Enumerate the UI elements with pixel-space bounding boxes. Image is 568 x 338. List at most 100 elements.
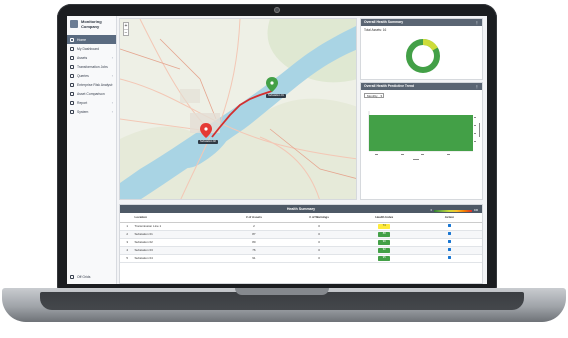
row-number: 1: [120, 222, 135, 231]
warnings-cell: 0: [286, 246, 352, 255]
screen: Monitoring Company Home My Dashboard Asset…: [67, 16, 487, 284]
column-header[interactable]: # of Warnings: [286, 213, 352, 223]
grid-off-icon: [70, 275, 74, 279]
sidebar-item[interactable]: Queries ›: [67, 71, 116, 80]
location-cell: Transmission Line 1: [134, 222, 222, 231]
health-index-cell: 95: [351, 254, 417, 263]
sidebar-item-label: System: [77, 109, 89, 114]
table-header-bar: Health Summary 0 100: [120, 205, 482, 213]
map-pin-label: Substation 02: [198, 140, 218, 144]
assets-cell: 2: [221, 222, 287, 231]
menu-item-icon: [70, 91, 74, 96]
column-header[interactable]: Location: [134, 213, 222, 223]
health-summary-panel: Health Summary 0 100 Location # of Asset…: [119, 204, 483, 284]
sidebar-footer[interactable]: Off Grids: [70, 275, 91, 279]
location-cell: Substation 04: [134, 254, 222, 263]
column-header[interactable]: Health Index: [351, 213, 417, 223]
sidebar-footer-label: Off Grids: [77, 275, 91, 279]
zoom-in-button[interactable]: +: [124, 23, 128, 29]
map[interactable]: + − Substation 01 Substation 02: [119, 18, 357, 200]
row-number: 5: [120, 254, 135, 263]
sidebar-item[interactable]: Enterprise Risk Analysis ›: [67, 80, 116, 89]
action-cell: [416, 238, 482, 247]
location-cell: Substation 01: [134, 230, 222, 239]
warnings-cell: 0: [286, 254, 352, 263]
more-icon[interactable]: ⋮: [475, 19, 479, 26]
sidebar-item[interactable]: Home: [67, 35, 116, 44]
table-row[interactable]: 5 Substation 04 91 0 95: [120, 254, 482, 263]
table-row[interactable]: 4 Substation 03 76 0 92: [120, 246, 482, 255]
row-number: 3: [120, 238, 135, 247]
table-header-row: Location # of Assets # of Warnings Healt…: [120, 213, 482, 223]
action-cell: [416, 254, 482, 263]
view-details-icon[interactable]: [447, 240, 451, 243]
health-index-cell: 90: [351, 238, 417, 247]
view-details-icon[interactable]: [447, 232, 451, 235]
map-canvas: [120, 19, 356, 199]
health-summary-card: Overall Health Summary ⋮ Total Assets: 1…: [360, 18, 483, 80]
health-index-badge: 74: [378, 224, 391, 229]
app-title: Monitoring Company: [81, 19, 102, 29]
menu-item-icon: [70, 46, 74, 51]
view-details-icon[interactable]: [447, 248, 451, 251]
menu-item-icon: [70, 73, 74, 78]
legend-high: 100: [474, 209, 478, 212]
assets-cell: 91: [221, 254, 287, 263]
table-row[interactable]: 1 Transmission Line 1 2 0 74: [120, 222, 482, 231]
health-summary-table: Location # of Assets # of Warnings Healt…: [120, 213, 482, 263]
card-header: Overall Health Predictive Trend ⋮: [361, 83, 482, 90]
health-donut-chart[interactable]: [361, 32, 484, 76]
legend-gradient: [434, 209, 472, 213]
warnings-cell: 0: [286, 222, 352, 231]
more-icon[interactable]: ⋮: [475, 83, 479, 90]
webcam-icon: [274, 7, 280, 13]
sidebar-item-label: My Dashboard: [77, 46, 100, 51]
sidebar-item[interactable]: Asset Comparison: [67, 89, 116, 98]
laptop-base-notch: [235, 288, 329, 295]
sidebar-item[interactable]: Report ›: [67, 98, 116, 107]
card-title: Overall Health Summary: [364, 20, 404, 24]
health-legend: 0 100: [431, 207, 478, 215]
menu-item-icon: [70, 109, 74, 114]
action-cell: [416, 222, 482, 231]
sidebar-item-label: Assets: [77, 55, 88, 60]
sidebar-item-label: Transformation Jobs: [77, 64, 108, 69]
assets-cell: 80: [221, 238, 287, 247]
sidebar-item[interactable]: System ›: [67, 107, 116, 116]
health-trend-card: Overall Health Predictive Trend ⋮ Monthl…: [360, 82, 483, 200]
card-header: Overall Health Summary ⋮: [361, 19, 482, 26]
chevron-right-icon: ›: [111, 100, 113, 105]
menu-item-icon: [70, 64, 74, 69]
table-title: Health Summary: [286, 207, 316, 211]
table-row[interactable]: 2 Substation 01 87 0 88: [120, 230, 482, 239]
sidebar-item[interactable]: Transformation Jobs: [67, 62, 116, 71]
chevron-right-icon: ›: [111, 73, 113, 78]
column-header: [120, 213, 135, 223]
sidebar-item[interactable]: My Dashboard: [67, 44, 116, 53]
logo-icon: [70, 20, 78, 28]
assets-cell: 76: [221, 246, 287, 255]
zoom-out-button[interactable]: −: [124, 29, 128, 36]
chevron-right-icon: ›: [111, 82, 113, 87]
sidebar-item-label: Report: [77, 100, 88, 105]
action-cell: [416, 230, 482, 239]
trend-bar: [369, 115, 473, 151]
map-zoom-control: + −: [123, 22, 129, 36]
health-index-badge: 88: [378, 232, 391, 237]
sidebar-item-label: Queries: [77, 73, 89, 78]
card-title: Overall Health Predictive Trend: [364, 84, 415, 88]
sidebar-item[interactable]: Assets ›: [67, 53, 116, 62]
view-details-icon[interactable]: [447, 224, 451, 227]
sidebar-item-label: Home: [77, 37, 87, 42]
sidebar-item-label: Asset Comparison: [77, 91, 105, 96]
warnings-cell: 0: [286, 238, 352, 247]
table-row[interactable]: 3 Substation 02 80 0 90: [120, 238, 482, 247]
column-header[interactable]: # of Assets: [221, 213, 287, 223]
row-number: 2: [120, 230, 135, 239]
brand[interactable]: Monitoring Company: [67, 16, 116, 35]
health-index-cell: 74: [351, 222, 417, 231]
chevron-right-icon: ›: [111, 55, 113, 60]
health-index-cell: 88: [351, 230, 417, 239]
view-details-icon[interactable]: [447, 256, 451, 259]
sidebar-item-label: Enterprise Risk Analysis: [77, 82, 112, 87]
